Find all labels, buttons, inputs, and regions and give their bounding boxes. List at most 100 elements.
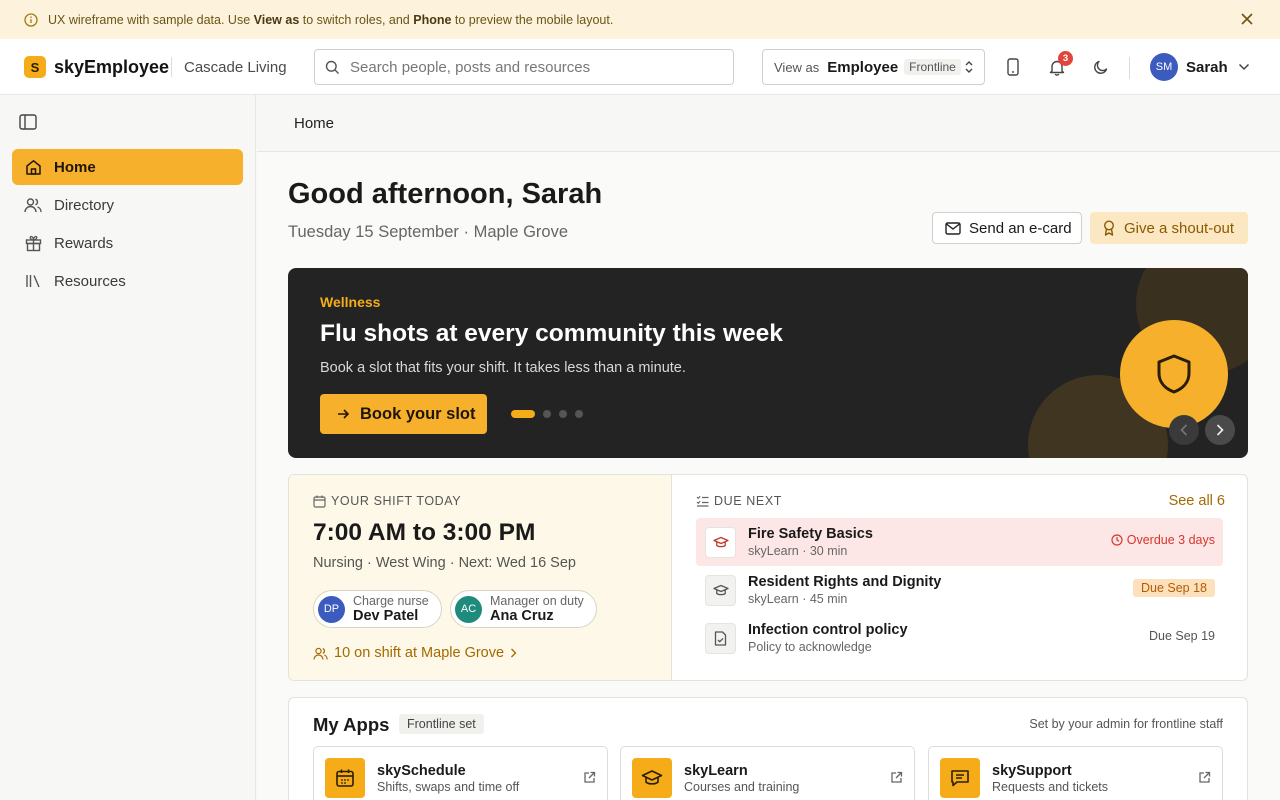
app-card-skyschedule[interactable]: skySchedule Shifts, swaps and time off xyxy=(313,746,608,800)
chevron-right-icon xyxy=(1216,424,1224,436)
home-icon xyxy=(24,158,42,176)
app-logo[interactable]: S xyxy=(24,56,46,78)
app-description: Shifts, swaps and time off xyxy=(377,780,520,794)
due-item[interactable]: Fire Safety Basics skyLearn · 30 min Ove… xyxy=(696,518,1223,566)
graduation-cap-icon xyxy=(632,758,672,798)
moon-icon xyxy=(1093,59,1109,75)
status-badge: Due Sep 18 xyxy=(1132,579,1215,597)
view-as-role: Employee xyxy=(827,58,899,76)
today-card: YOUR SHIFT TODAY 7:00 AM to 3:00 PM Nurs… xyxy=(288,474,1248,681)
search-box[interactable] xyxy=(314,49,734,85)
divider xyxy=(1129,57,1130,79)
app-card-skysupport[interactable]: skySupport Requests and tickets xyxy=(928,746,1223,800)
apps-set-tag: Frontline set xyxy=(399,714,484,734)
hero-kicker: Wellness xyxy=(320,294,381,310)
my-apps-card: My Apps Frontline set Set by your admin … xyxy=(288,697,1248,800)
on-shift-link[interactable]: 10 on shift at Maple Grove xyxy=(313,645,517,661)
status-badge: Overdue 3 days xyxy=(1111,533,1215,547)
carousel-dot[interactable] xyxy=(543,410,551,418)
page-title: Good afternoon, Sarah xyxy=(288,178,603,210)
info-icon xyxy=(24,12,38,27)
sidebar-item-label: Rewards xyxy=(54,234,114,252)
external-link-icon xyxy=(1198,771,1211,784)
shield-icon xyxy=(1120,320,1228,428)
calendar-icon xyxy=(325,758,365,798)
due-item-title: Fire Safety Basics xyxy=(748,526,873,542)
see-all-link[interactable]: See all 6 xyxy=(1169,493,1225,509)
shift-time: 7:00 AM to 3:00 PM xyxy=(313,519,536,546)
due-item-subtitle: skyLearn · 30 min xyxy=(748,544,848,558)
carousel-dots xyxy=(511,410,591,418)
app-description: Courses and training xyxy=(684,780,800,794)
sidebar-item-label: Home xyxy=(54,158,96,176)
status-text: Overdue 3 days xyxy=(1126,533,1215,547)
avatar: DP xyxy=(318,595,345,623)
give-shoutout-button[interactable]: Give a shout-out xyxy=(1090,212,1248,244)
info-banner: UX wireframe with sample data. Use View … xyxy=(0,0,1280,39)
carousel-dot[interactable] xyxy=(511,410,535,418)
shift-label-text: YOUR SHIFT TODAY xyxy=(331,494,462,508)
status-text: Due Sep 19 xyxy=(1148,629,1215,643)
top-bar: S skyEmployee Cascade Living View as Emp… xyxy=(0,39,1280,95)
checklist-icon xyxy=(696,495,709,507)
person-pill[interactable]: DP Charge nurse Dev Patel xyxy=(313,590,442,628)
view-as-select[interactable]: View as Employee Frontline xyxy=(762,49,985,85)
hero-title: Flu shots at every community this week xyxy=(320,320,783,347)
app-name: skySupport xyxy=(992,763,1072,779)
sidebar-item-rewards[interactable]: Rewards xyxy=(12,225,243,261)
chevron-up-down-icon xyxy=(964,60,974,74)
user-menu[interactable]: SM Sarah xyxy=(1150,53,1250,81)
shift-meta: Nursing · West Wing · Next: Wed 16 Sep xyxy=(313,555,576,571)
book-slot-label: Book your slot xyxy=(360,404,476,423)
status-text: Due Sep 18 xyxy=(1132,579,1215,597)
person-name: Dev Patel xyxy=(353,607,419,624)
due-item[interactable]: Resident Rights and Dignity skyLearn · 4… xyxy=(696,566,1223,614)
breadcrumb-bar: Home xyxy=(257,95,1280,152)
due-item[interactable]: Infection control policy Policy to ackno… xyxy=(696,614,1223,662)
app-description: Requests and tickets xyxy=(992,780,1109,794)
theme-toggle-button[interactable] xyxy=(1089,55,1113,79)
sidebar-toggle-icon[interactable] xyxy=(19,114,37,130)
chat-icon xyxy=(940,758,980,798)
due-item-title: Infection control policy xyxy=(748,622,908,638)
person-name: Ana Cruz xyxy=(490,607,554,624)
due-item-subtitle: Policy to acknowledge xyxy=(748,640,872,654)
carousel-dot[interactable] xyxy=(575,410,583,418)
shift-section-label: YOUR SHIFT TODAY xyxy=(313,494,461,508)
view-as-subrole: Frontline xyxy=(904,59,961,75)
carousel-prev-button[interactable] xyxy=(1169,415,1199,445)
search-input[interactable] xyxy=(350,58,710,76)
external-link-icon xyxy=(890,771,903,784)
mail-icon xyxy=(945,221,961,235)
sidebar-item-resources[interactable]: Resources xyxy=(12,263,243,299)
sidebar: Home Directory Rewards Resources xyxy=(0,95,256,800)
book-slot-button[interactable]: Book your slot xyxy=(320,394,487,434)
chevron-down-icon xyxy=(1238,63,1250,71)
section-title: My Apps xyxy=(313,714,390,735)
apps-note: Set by your admin for frontline staff xyxy=(1029,717,1223,731)
sidebar-item-home[interactable]: Home xyxy=(12,149,243,185)
sidebar-item-label: Resources xyxy=(54,272,126,290)
app-card-skylearn[interactable]: skyLearn Courses and training xyxy=(620,746,915,800)
breadcrumb: Home xyxy=(294,115,335,132)
person-pill[interactable]: AC Manager on duty Ana Cruz xyxy=(450,590,597,628)
library-icon xyxy=(24,272,42,290)
avatar: AC xyxy=(455,595,482,623)
gift-icon xyxy=(24,234,42,252)
hero-carousel: Wellness Flu shots at every community th… xyxy=(288,268,1248,458)
main-content: Good afternoon, Sarah Tuesday 15 Septemb… xyxy=(257,152,1280,800)
clock-icon xyxy=(1111,534,1123,546)
divider xyxy=(171,57,172,77)
phone-preview-button[interactable] xyxy=(1001,55,1025,79)
close-icon[interactable] xyxy=(1240,12,1254,26)
sidebar-item-directory[interactable]: Directory xyxy=(12,187,243,223)
give-shoutout-label: Give a shout-out xyxy=(1124,219,1235,237)
people-icon xyxy=(24,196,42,214)
carousel-dot[interactable] xyxy=(559,410,567,418)
send-ecard-button[interactable]: Send an e-card xyxy=(932,212,1082,244)
app-name: skyLearn xyxy=(684,763,748,779)
carousel-next-button[interactable] xyxy=(1205,415,1235,445)
banner-text: UX wireframe with sample data. Use View … xyxy=(48,12,614,27)
app-name[interactable]: skyEmployee xyxy=(54,57,169,78)
due-item-subtitle: skyLearn · 45 min xyxy=(748,592,848,606)
